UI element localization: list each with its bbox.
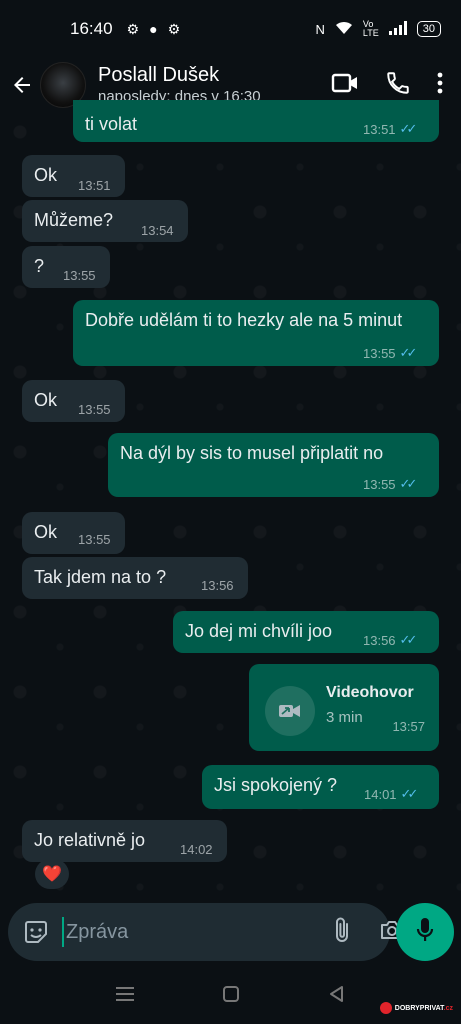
settings-gear-icon-2: ⚙ (167, 20, 181, 37)
message-text: Tak jdem na to ? (34, 567, 167, 587)
read-ticks-icon: ✓✓ (399, 345, 418, 360)
status-bar: 16:40 ⚙ ● ⚙ N Vo LTE 30 (0, 0, 461, 58)
status-time: 16:40 (70, 19, 113, 38)
read-ticks-icon: ✓✓ (399, 476, 418, 491)
message-time: 13:55 (363, 345, 396, 361)
message-meta: 13:55 (78, 532, 111, 547)
message-time: 13:55 (78, 402, 111, 417)
message-time: 14:02 (180, 842, 213, 857)
message-time: 13:55 (78, 532, 111, 547)
watermark-icon (379, 1002, 392, 1014)
message-meta: 13:54 (141, 223, 174, 238)
message-time: 13:54 (141, 223, 174, 238)
message-text: ? (34, 256, 45, 276)
back-arrow-icon[interactable] (8, 71, 36, 99)
microphone-button[interactable] (396, 903, 454, 961)
chat-bubble-icon: ● (149, 21, 158, 37)
message-meta: 13:55 (78, 402, 111, 417)
message-time: 13:56 (363, 632, 396, 648)
message-text: Dobře udělám ti to hezky ale na 5 minut (85, 310, 403, 330)
contact-name: Poslall Dušek (98, 64, 220, 86)
video-call-icon[interactable] (331, 71, 359, 100)
read-ticks-icon: ✓✓ (399, 632, 418, 647)
message-meta: 13:51 ✓✓ (363, 121, 418, 137)
message-meta: 13:56 (201, 578, 234, 593)
battery-icon: 30 (416, 21, 441, 37)
watermark-tld: .cz (443, 1004, 453, 1012)
message-text: Jsi spokojený ? (214, 775, 338, 795)
voice-call-icon[interactable] (385, 70, 411, 101)
message-input[interactable] (62, 917, 333, 947)
sticker-icon[interactable] (22, 918, 50, 946)
nfc-icon: N (315, 21, 325, 37)
message-time: 13:51 (363, 121, 396, 137)
signal-icon (388, 20, 407, 38)
message-meta: 13:55 ✓✓ (363, 476, 418, 492)
watermark-logo: DOBRYPRIVAT.cz (379, 1002, 453, 1014)
message-time: 13:56 (201, 578, 234, 593)
message-meta: 13:55 ✓✓ (363, 345, 418, 361)
home-icon[interactable] (222, 985, 240, 1008)
message-text: Ok (34, 390, 58, 410)
status-indicators: N Vo LTE 30 (316, 20, 441, 38)
message-meta: 14:01 ✓✓ (364, 786, 419, 802)
message-text: ti volat (85, 114, 138, 134)
read-ticks-icon: ✓✓ (400, 786, 419, 801)
message-meta: 14:02 (180, 842, 213, 857)
message-time: 13:55 (363, 476, 396, 492)
message-meta: 13:56 ✓✓ (363, 632, 418, 648)
message-time: 14:01 (364, 786, 397, 802)
message-text: Jo dej mi chvíli joo (185, 621, 333, 641)
system-nav-bar (0, 968, 461, 1024)
back-nav-icon[interactable] (328, 985, 346, 1008)
message-text: Ok (34, 165, 58, 185)
attach-paperclip-icon[interactable] (333, 916, 351, 949)
volte-icon: Vo LTE (362, 19, 379, 38)
message-time: 13:51 (78, 178, 111, 193)
recent-apps-icon[interactable] (115, 986, 134, 1007)
message-composer (8, 903, 403, 961)
watermark-prefix: DOBRY (394, 1004, 420, 1012)
video-call-title: Videohovor (326, 684, 414, 701)
message-time: 13:55 (63, 268, 96, 283)
message-time: 13:57 (392, 719, 425, 734)
video-call-duration: 3 min (326, 709, 363, 726)
heart-icon: ❤️ (42, 866, 62, 883)
message-text: Jo relativně jo (34, 830, 146, 850)
missed-video-call-icon (265, 686, 315, 736)
microphone-icon (415, 916, 435, 949)
wifi-icon (335, 21, 353, 38)
message-meta: 13:55 (63, 268, 96, 283)
message-text: Na dýl by sis to musel připlatit no (120, 443, 384, 463)
read-ticks-icon: ✓✓ (399, 121, 418, 136)
settings-gear-icon: ⚙ (126, 20, 140, 37)
message-text: Můžeme? (34, 210, 114, 230)
message-meta: 13:51 (78, 178, 111, 193)
watermark-suffix: PRIVAT (419, 1004, 444, 1012)
video-call-bubble[interactable]: Videohovor 3 min 13:57 (249, 664, 439, 751)
heart-reaction[interactable]: ❤️ (35, 859, 69, 889)
message-text: Ok (34, 522, 58, 542)
more-options-icon[interactable] (437, 71, 443, 100)
